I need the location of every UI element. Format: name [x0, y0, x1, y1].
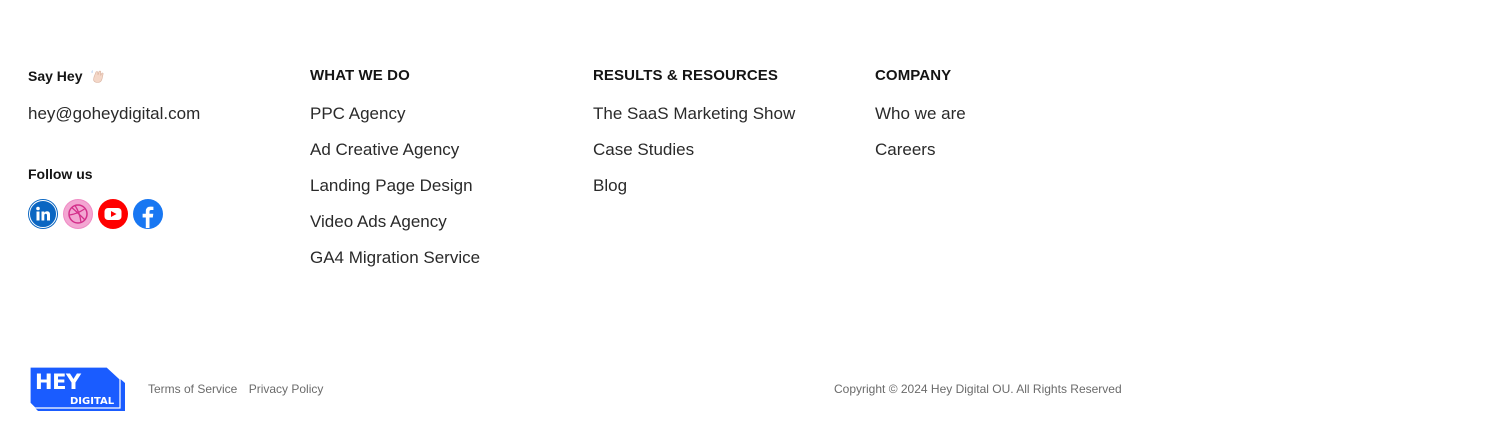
- ad-creative-agency-link[interactable]: Ad Creative Agency: [310, 140, 459, 159]
- ppc-agency-link[interactable]: PPC Agency: [310, 104, 405, 123]
- svg-text:HEY: HEY: [35, 370, 82, 394]
- copyright-text: Copyright © 2024 Hey Digital OU. All Rig…: [834, 382, 1122, 396]
- terms-of-service-link[interactable]: Terms of Service: [148, 382, 237, 396]
- facebook-icon[interactable]: [133, 199, 163, 229]
- list-item: PPC Agency: [310, 104, 570, 140]
- hey-digital-logo[interactable]: HEY DIGITAL: [30, 366, 126, 412]
- careers-link[interactable]: Careers: [875, 140, 935, 159]
- list-item: Case Studies: [593, 140, 853, 176]
- results-resources-column: RESULTS & RESOURCES The SaaS Marketing S…: [593, 66, 853, 212]
- social-icons: [28, 199, 288, 229]
- linkedin-icon[interactable]: [28, 199, 58, 229]
- say-hey-column: Say Hey hey@goheydigital.com Follow us: [28, 66, 288, 229]
- company-column: COMPANY Who we are Careers: [875, 66, 1135, 176]
- video-ads-agency-link[interactable]: Video Ads Agency: [310, 212, 447, 231]
- list-item: Blog: [593, 176, 853, 212]
- company-list: Who we are Careers: [875, 104, 1135, 176]
- youtube-icon[interactable]: [98, 199, 128, 229]
- list-item: Ad Creative Agency: [310, 140, 570, 176]
- list-item: Careers: [875, 140, 1135, 176]
- footer-bottom-bar: HEY DIGITAL Terms of Service Privacy Pol…: [30, 366, 1130, 412]
- saas-marketing-show-link[interactable]: The SaaS Marketing Show: [593, 104, 795, 123]
- email-link[interactable]: hey@goheydigital.com: [28, 104, 288, 124]
- dribbble-icon[interactable]: [63, 199, 93, 229]
- list-item: GA4 Migration Service: [310, 248, 570, 284]
- list-item: Landing Page Design: [310, 176, 570, 212]
- list-item: The SaaS Marketing Show: [593, 104, 853, 140]
- follow-us-heading: Follow us: [28, 166, 93, 182]
- legal-links: Terms of Service Privacy Policy: [148, 382, 331, 396]
- what-we-do-column: WHAT WE DO PPC Agency Ad Creative Agency…: [310, 66, 570, 284]
- company-heading: COMPANY: [875, 67, 952, 84]
- ga4-migration-service-link[interactable]: GA4 Migration Service: [310, 248, 480, 267]
- say-hey-heading: Say Hey: [28, 66, 288, 86]
- waving-hand-icon: [91, 70, 104, 83]
- what-we-do-list: PPC Agency Ad Creative Agency Landing Pa…: [310, 104, 570, 284]
- results-resources-heading: RESULTS & RESOURCES: [593, 67, 778, 84]
- svg-text:DIGITAL: DIGITAL: [70, 396, 115, 407]
- landing-page-design-link[interactable]: Landing Page Design: [310, 176, 473, 195]
- results-resources-list: The SaaS Marketing Show Case Studies Blo…: [593, 104, 853, 212]
- list-item: Video Ads Agency: [310, 212, 570, 248]
- blog-link[interactable]: Blog: [593, 176, 627, 195]
- privacy-policy-link[interactable]: Privacy Policy: [249, 382, 324, 396]
- what-we-do-heading: WHAT WE DO: [310, 67, 410, 84]
- list-item: Who we are: [875, 104, 1135, 140]
- case-studies-link[interactable]: Case Studies: [593, 140, 694, 159]
- who-we-are-link[interactable]: Who we are: [875, 104, 966, 123]
